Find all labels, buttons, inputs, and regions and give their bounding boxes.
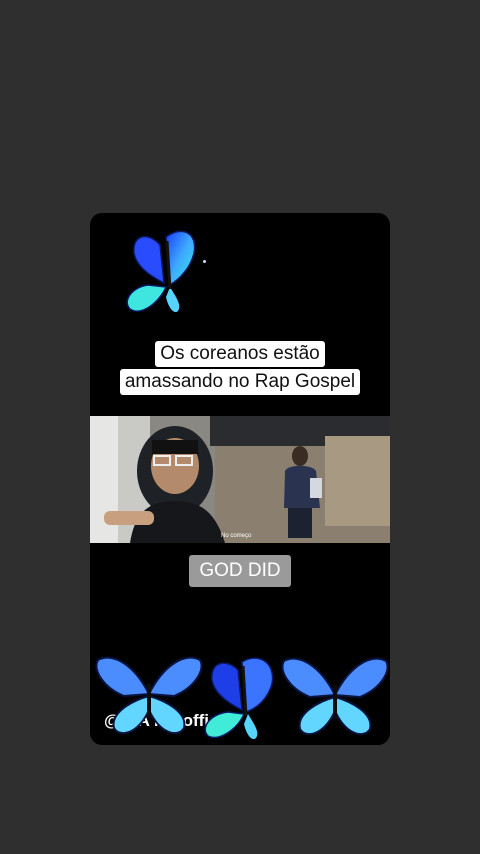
caption-line-1: Os coreanos estão [155, 341, 325, 367]
video-frame[interactable]: No começo [90, 416, 390, 543]
story-card[interactable]: Os coreanos estão amassando no Rap Gospe… [90, 213, 390, 745]
caption-line-2: amassando no Rap Gospel [119, 369, 361, 395]
god-did-badge: GOD DID [189, 555, 291, 587]
butterfly-icon [95, 656, 203, 735]
butterfly-icon [126, 230, 196, 313]
video-scene [90, 416, 390, 543]
caption: Os coreanos estão amassando no Rap Gospe… [90, 341, 390, 397]
video-subtitle: No começo [221, 533, 252, 539]
sparkle-decoration [203, 260, 206, 263]
butterfly-icon [281, 657, 389, 736]
butterfly-icon [204, 657, 274, 740]
